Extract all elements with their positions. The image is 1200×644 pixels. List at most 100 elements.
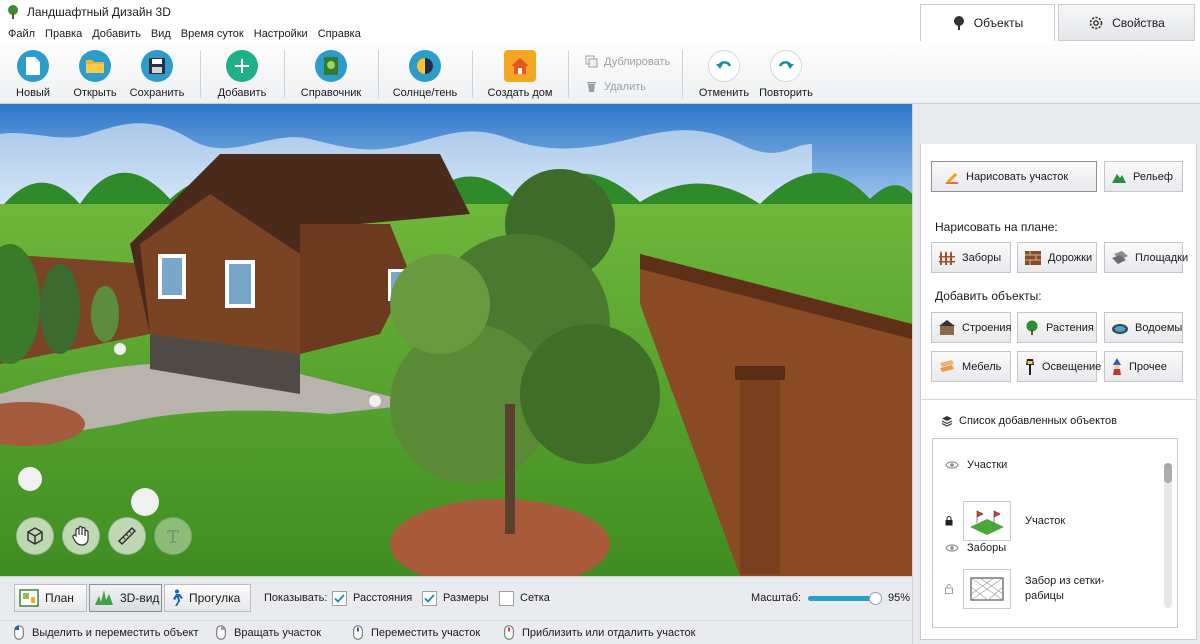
walk-label: Прогулка (189, 591, 241, 605)
list-item[interactable]: Забор из сетки-рабицы (945, 569, 1125, 609)
view-mode-walk-button[interactable]: Прогулка (164, 584, 251, 612)
draw-on-plan-label: Нарисовать на плане: (935, 220, 1058, 234)
platforms-button[interactable]: Площадки (1104, 242, 1188, 273)
status-text: Приблизить или отдалить участок (522, 626, 696, 639)
item-chainlink-fence-label: Забор из сетки-рабицы (1025, 575, 1105, 602)
save-label: Сохранить (129, 87, 185, 99)
checkmark-icon (334, 594, 345, 603)
tab-properties-label: Свойства (1112, 15, 1165, 30)
duplicate-label: Дублировать (604, 55, 671, 68)
menu-edit[interactable]: Правка (40, 28, 87, 40)
tab-properties[interactable]: Свойства (1058, 4, 1195, 41)
other-button[interactable]: Прочее (1104, 351, 1183, 382)
ruler-icon (117, 526, 137, 546)
list-item[interactable]: Участок (945, 501, 1065, 541)
duplicate-button[interactable]: Дублировать (585, 55, 670, 68)
list-scrollbar-thumb[interactable] (1164, 463, 1172, 483)
buildings-button[interactable]: Строения (931, 312, 1012, 343)
object-list-label: Список добавленных объектов (959, 415, 1117, 427)
3d-grass-icon (95, 590, 113, 605)
fences-label: Заборы (962, 251, 1002, 264)
status-text: Вращать участок (234, 626, 322, 639)
menu-settings[interactable]: Настройки (249, 28, 313, 40)
distances-checkbox[interactable] (332, 591, 347, 606)
trash-icon (587, 82, 596, 92)
paths-button[interactable]: Дорожки (1017, 242, 1097, 273)
create-house-button[interactable]: Создать дом (480, 50, 560, 99)
sun-shadow-button[interactable]: Солнце/тень (385, 50, 465, 99)
mouse-right-icon (216, 625, 226, 640)
rotate-view-button[interactable] (16, 517, 54, 555)
other-label: Прочее (1129, 360, 1167, 373)
view-mode-plan-button[interactable]: План (14, 584, 87, 612)
status-text: Выделить и переместить объект (32, 626, 199, 639)
list-group-fences[interactable]: Заборы (945, 542, 1006, 554)
redo-button[interactable]: Повторить (746, 50, 826, 99)
item-plot-label: Участок (1025, 515, 1066, 527)
toolbar-separator (682, 50, 683, 98)
furniture-button[interactable]: Мебель (931, 351, 1011, 382)
fence-icon (939, 250, 955, 265)
new-file-icon (17, 50, 49, 82)
mountain-icon (1112, 173, 1126, 183)
draw-plot-button[interactable]: Нарисовать участок (931, 161, 1097, 192)
status-text: Переместить участок (371, 626, 481, 639)
toolbar: Новый Открыть Сохранить Добавить Справоч… (0, 44, 1200, 104)
tree-icon (1026, 320, 1038, 335)
scale-slider-thumb[interactable] (869, 592, 883, 605)
list-group-plots[interactable]: Участки (945, 459, 1007, 471)
3d-viewport[interactable] (0, 104, 912, 576)
add-button[interactable]: Добавить (202, 50, 282, 99)
walking-person-icon (173, 589, 183, 606)
delete-label: Удалить (604, 80, 646, 93)
building-icon (939, 319, 955, 335)
object-list-header: Список добавленных объектов (941, 415, 1117, 427)
dimensions-checkbox[interactable] (422, 591, 437, 606)
platforms-label: Площадки (1135, 251, 1189, 264)
lighting-button[interactable]: Освещение (1017, 351, 1101, 382)
lock-icon[interactable] (945, 516, 953, 526)
save-button[interactable]: Сохранить (117, 50, 197, 99)
scale-slider[interactable] (808, 592, 883, 605)
menu-file[interactable]: Файл (3, 28, 40, 40)
view-mode-3d-button[interactable]: 3D-вид (89, 584, 162, 612)
gear-icon (1089, 16, 1103, 29)
list-scrollbar[interactable] (1164, 463, 1172, 608)
reference-button[interactable]: Справочник (291, 50, 371, 99)
scale-value: 95% (888, 592, 911, 604)
hand-icon (72, 525, 89, 546)
redo-label: Повторить (759, 87, 813, 99)
scale-label: Масштаб: (751, 592, 802, 604)
text-tool-button[interactable] (154, 517, 192, 555)
eye-icon[interactable] (945, 543, 959, 553)
plan-view-icon (19, 589, 39, 607)
toolbar-separator (200, 50, 201, 98)
unlock-icon[interactable] (945, 584, 953, 594)
tile-platform-icon (1112, 250, 1128, 264)
menu-view[interactable]: Вид (146, 28, 176, 40)
create-house-label: Создать дом (487, 87, 553, 99)
tree-object-icon (953, 16, 964, 30)
measure-button[interactable] (108, 517, 146, 555)
eye-icon[interactable] (945, 460, 959, 470)
menu-add[interactable]: Добавить (87, 28, 146, 40)
fences-button[interactable]: Заборы (931, 242, 1011, 273)
floppy-icon (141, 50, 173, 82)
toolbar-separator (378, 50, 379, 98)
pond-icon (1112, 323, 1128, 334)
new-label: Новый (16, 87, 50, 99)
distances-label: Расстояния (353, 592, 413, 604)
plus-icon (226, 50, 258, 82)
relief-button[interactable]: Рельеф (1104, 161, 1183, 192)
grid-checkbox[interactable] (499, 591, 514, 606)
undo-icon (708, 50, 740, 82)
menu-time-of-day[interactable]: Время суток (176, 28, 249, 40)
delete-button[interactable]: Удалить (585, 80, 646, 93)
ponds-button[interactable]: Водоемы (1104, 312, 1183, 343)
pan-view-button[interactable] (62, 517, 100, 555)
plants-button[interactable]: Растения (1017, 312, 1097, 343)
tab-objects[interactable]: Объекты (920, 4, 1055, 41)
garden-scene (0, 104, 912, 576)
menu-help[interactable]: Справка (313, 28, 366, 40)
grid-label: Сетка (520, 592, 550, 604)
